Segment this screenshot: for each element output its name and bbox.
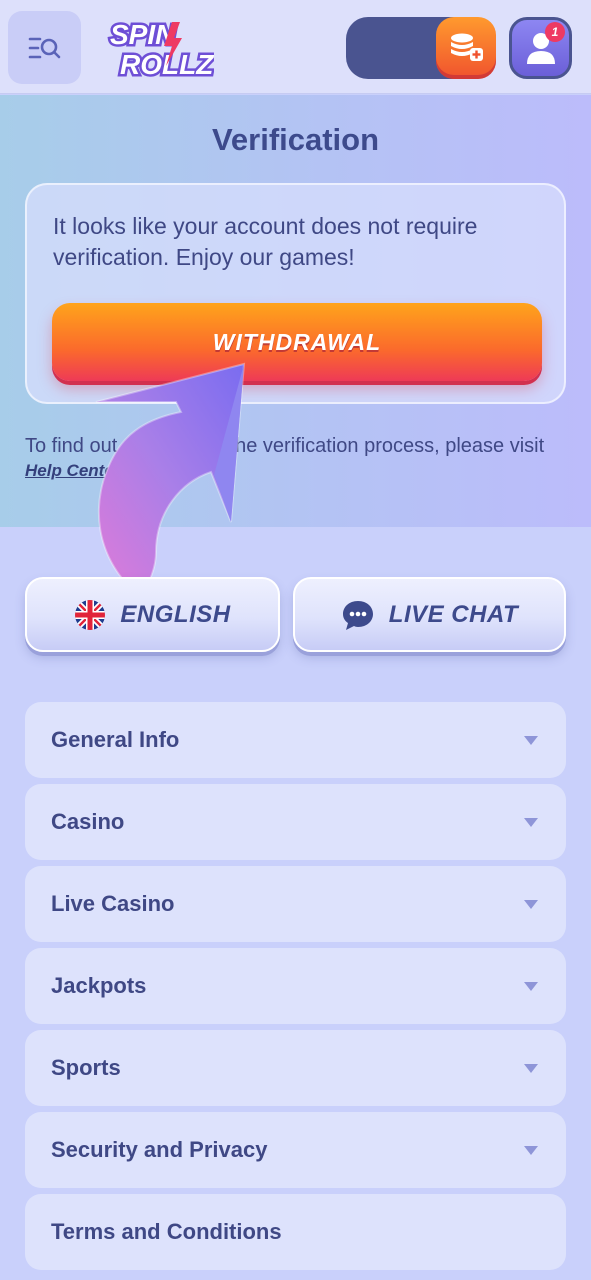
accordion-sports[interactable]: Sports — [25, 1030, 566, 1106]
help-text-body: To find out more about the verification … — [25, 435, 545, 457]
withdrawal-button[interactable]: WITHDRAWAL — [52, 303, 542, 381]
verification-message: It looks like your account does not requ… — [53, 213, 478, 270]
chevron-down-icon — [524, 1145, 538, 1155]
language-label: ENGLISH — [120, 600, 231, 628]
verification-card: It looks like your account does not requ… — [25, 183, 566, 404]
accordion-terms-conditions[interactable]: Terms and Conditions — [25, 1194, 566, 1270]
notification-badge: 1 — [545, 22, 565, 42]
chevron-down-icon — [524, 899, 538, 909]
deposit-button[interactable] — [436, 17, 496, 79]
accordion-label: Terms and Conditions — [51, 1219, 282, 1244]
chevron-down-icon — [524, 817, 538, 827]
chevron-down-icon — [524, 735, 538, 745]
chevron-down-icon — [524, 1063, 538, 1073]
chevron-down-icon — [524, 981, 538, 991]
logo-text-rollz: ROLLZ — [120, 49, 214, 80]
withdrawal-button-label: WITHDRAWAL — [212, 328, 382, 355]
language-button[interactable]: ENGLISH — [25, 577, 280, 652]
accordion-casino[interactable]: Casino — [25, 784, 566, 860]
accordion-label: Live Casino — [51, 891, 175, 916]
accordion-security-privacy[interactable]: Security and Privacy — [25, 1112, 566, 1188]
profile-button[interactable]: 1 — [509, 17, 572, 79]
accordion-label: General Info — [51, 727, 180, 752]
accordion-live-casino[interactable]: Live Casino — [25, 866, 566, 942]
top-header: SPIN ROLLZ 1 — [0, 0, 591, 94]
live-chat-button[interactable]: LIVE CHAT — [293, 577, 566, 652]
accordion-label: Casino — [51, 809, 125, 834]
coins-plus-icon — [451, 33, 483, 61]
menu-search-icon — [28, 37, 60, 58]
accordion-label: Jackpots — [51, 973, 147, 998]
accordion-label: Sports — [51, 1055, 121, 1080]
help-text: To find out more about the verification … — [25, 434, 570, 483]
help-center-link[interactable]: Help Center — [25, 461, 120, 480]
uk-flag-icon — [75, 599, 106, 630]
accordion-general-info[interactable]: General Info — [25, 702, 566, 778]
accordion-jackpots[interactable]: Jackpots — [25, 948, 566, 1024]
chat-bubble-icon — [342, 600, 373, 630]
live-chat-label: LIVE CHAT — [388, 600, 519, 628]
menu-search-button[interactable] — [8, 11, 81, 84]
page-title: Verification — [211, 122, 380, 157]
accordion-label: Security and Privacy — [51, 1137, 268, 1162]
site-logo[interactable]: SPIN ROLLZ — [104, 16, 217, 83]
